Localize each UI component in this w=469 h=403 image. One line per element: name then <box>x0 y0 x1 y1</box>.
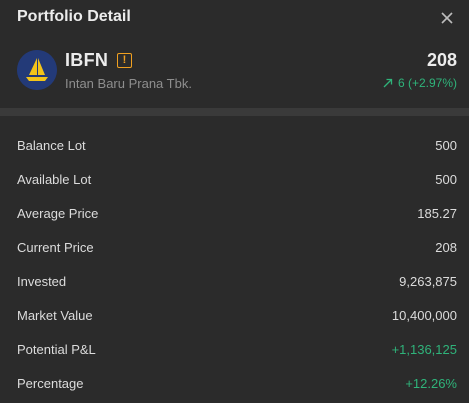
detail-row-available-lot: Available Lot 500 <box>0 162 469 196</box>
detail-row-market-value: Market Value 10,400,000 <box>0 298 469 332</box>
detail-row-current-price: Current Price 208 <box>0 230 469 264</box>
detail-value: +1,136,125 <box>391 342 457 357</box>
detail-label: Percentage <box>17 376 84 391</box>
stock-code: IBFN <box>65 50 109 70</box>
arrow-up-right-icon <box>383 78 393 88</box>
detail-label: Current Price <box>17 240 94 255</box>
price-change: 6 (+2.97%) <box>383 76 457 90</box>
detail-label: Average Price <box>17 206 99 221</box>
detail-label: Potential P&L <box>17 342 96 357</box>
detail-label: Invested <box>17 274 67 289</box>
detail-value: 9,263,875 <box>399 274 457 289</box>
detail-value: 500 <box>435 172 457 187</box>
detail-row-invested: Invested 9,263,875 <box>0 264 469 298</box>
details-list: Balance Lot 500 Available Lot 500 Averag… <box>0 128 469 400</box>
company-name: Intan Baru Prana Tbk. <box>65 76 192 91</box>
stock-summary: IBFN ! Intan Baru Prana Tbk. 208 6 (+2.9… <box>0 44 469 102</box>
dialog-title: Portfolio Detail <box>17 8 131 25</box>
detail-row-percentage: Percentage +12.26% <box>0 366 469 400</box>
detail-label: Market Value <box>17 308 93 323</box>
detail-label: Available Lot <box>17 172 92 187</box>
detail-label: Balance Lot <box>17 138 86 153</box>
price-change-text: 6 (+2.97%) <box>397 76 457 90</box>
detail-value: 500 <box>435 138 457 153</box>
detail-row-average-price: Average Price 185.27 <box>0 196 469 230</box>
current-price: 208 <box>426 50 457 70</box>
detail-value: +12.26% <box>405 376 457 391</box>
company-logo <box>17 50 57 90</box>
detail-row-balance-lot: Balance Lot 500 <box>0 128 469 162</box>
detail-value: 208 <box>435 240 457 255</box>
dialog-header: Portfolio Detail <box>0 0 469 36</box>
detail-value: 10,400,000 <box>391 308 457 323</box>
warning-icon[interactable]: ! <box>117 53 132 68</box>
section-divider <box>0 108 469 116</box>
detail-value: 185.27 <box>417 206 457 221</box>
detail-row-potential-pnl: Potential P&L +1,136,125 <box>0 332 469 366</box>
close-icon[interactable] <box>438 9 456 27</box>
